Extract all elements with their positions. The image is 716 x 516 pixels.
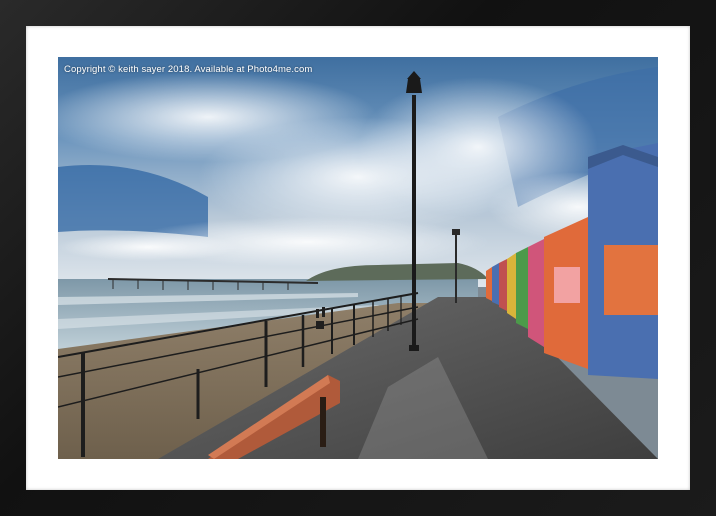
picture-frame: Copyright © keith sayer 2018. Available … xyxy=(0,0,716,516)
copyright-watermark: Copyright © keith sayer 2018. Available … xyxy=(64,64,313,75)
photo-scene xyxy=(58,57,658,459)
seaside-promenade-photo: Copyright © keith sayer 2018. Available … xyxy=(58,57,658,459)
